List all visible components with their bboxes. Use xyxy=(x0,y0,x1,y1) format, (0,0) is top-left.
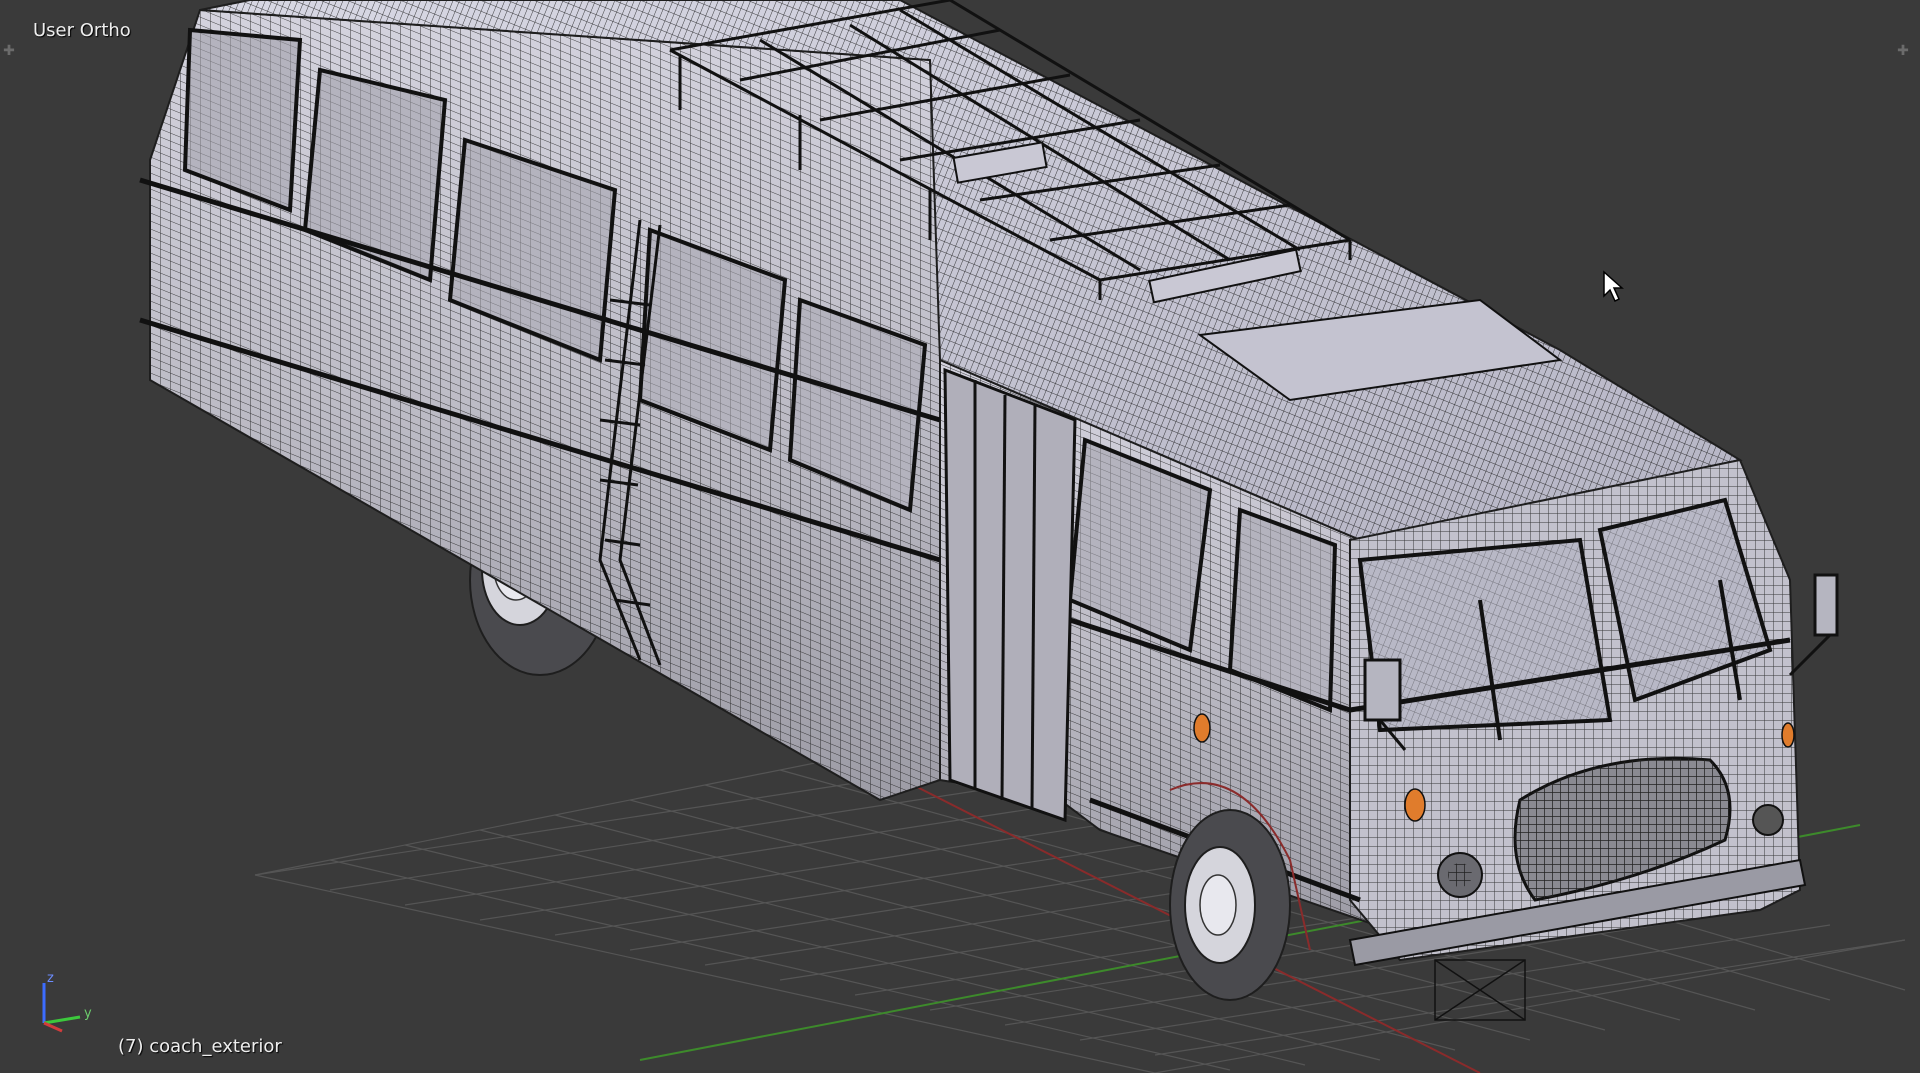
gizmo-x-axis xyxy=(43,1021,63,1033)
3d-viewport[interactable]: User Ortho (7) coach_exterior ✚ ✚ z y xyxy=(0,0,1920,1073)
mirror-left xyxy=(1363,658,1402,722)
axis-gizmo: z y xyxy=(42,971,92,1033)
mirror-right xyxy=(1813,573,1839,637)
gizmo-z-label: z xyxy=(47,971,54,986)
viewport-scene[interactable] xyxy=(0,0,1920,1073)
plus-icon[interactable]: ✚ xyxy=(1896,44,1910,58)
bus-mesh[interactable] xyxy=(139,0,1839,1021)
view-name-label: User Ortho xyxy=(33,20,131,41)
active-object-label: (7) coach_exterior xyxy=(118,1036,282,1057)
arrow-cursor-icon xyxy=(1603,270,1624,303)
plus-icon[interactable]: ✚ xyxy=(2,44,16,58)
headlight-right xyxy=(1752,804,1784,836)
bus-door[interactable] xyxy=(943,367,1077,823)
gizmo-y-axis xyxy=(43,1015,81,1025)
gizmo-y-label: y xyxy=(84,1006,92,1021)
